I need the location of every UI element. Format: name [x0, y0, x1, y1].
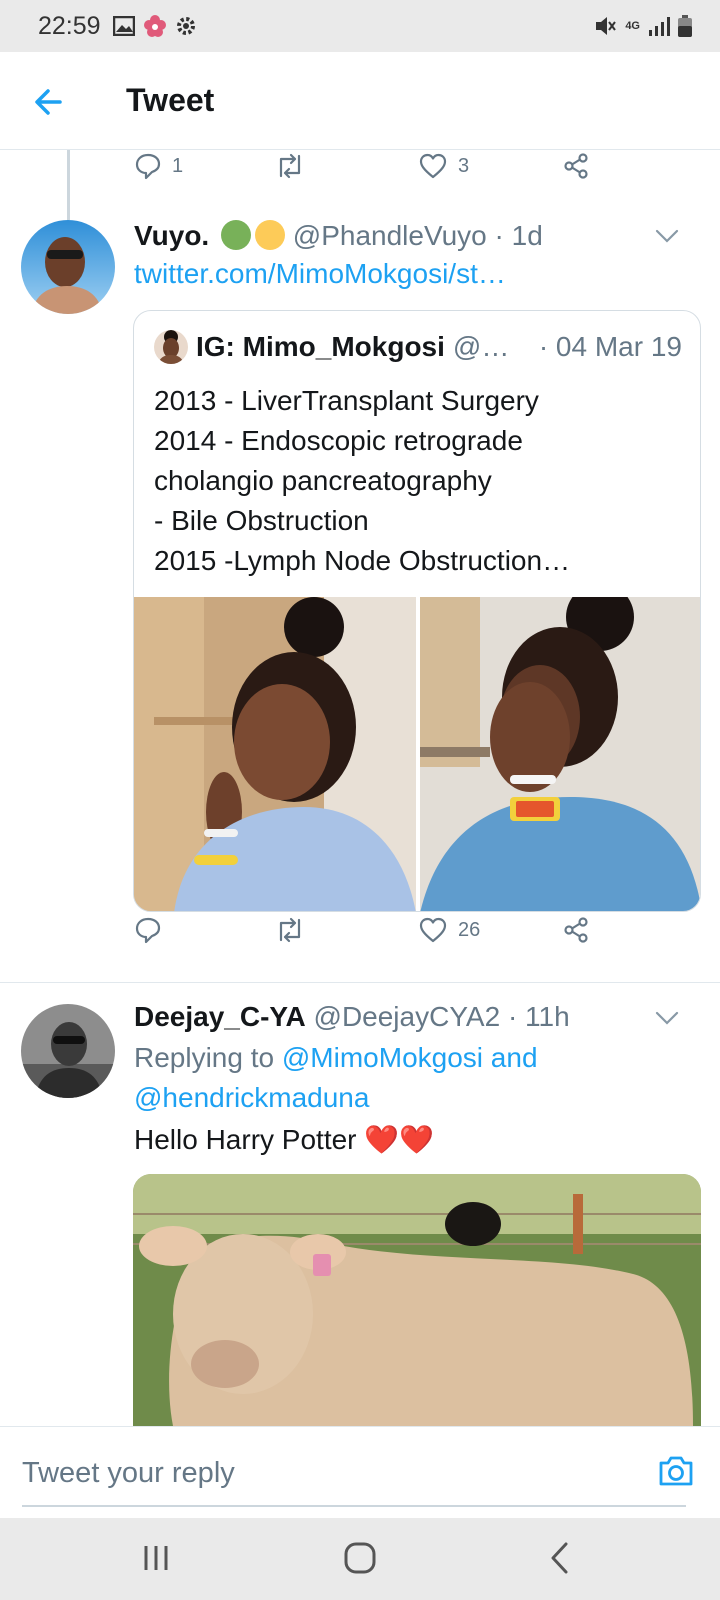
camera-icon[interactable] — [656, 1451, 696, 1491]
retweet-icon — [279, 153, 301, 179]
tweet2-photo[interactable] — [133, 1174, 701, 1426]
status-bar: 22:59 4G — [0, 0, 720, 52]
tweet2-body: Hello Harry Potter — [134, 1124, 357, 1155]
avatar-vuyo-photo — [21, 220, 115, 314]
back-icon[interactable] — [540, 1538, 580, 1578]
quoted-line: cholangio pancreatography — [154, 465, 492, 496]
battery-icon — [678, 15, 692, 37]
mute-vibrate-icon — [596, 17, 617, 35]
reply-count: 1 — [172, 154, 184, 177]
mention-link[interactable]: @hendrickmaduna — [134, 1082, 369, 1113]
quoted-photo-left[interactable] — [134, 597, 416, 911]
home-icon[interactable] — [340, 1538, 380, 1578]
retweet-icon — [279, 917, 301, 943]
reply-icon — [135, 153, 161, 180]
status-time: 22:59 — [38, 12, 101, 40]
heart-icon — [419, 153, 447, 179]
quoted-tweet-text: 2013 - LiverTransplant Surgery 2014 - En… — [154, 381, 570, 581]
settings-gear-icon — [177, 17, 195, 35]
reply-icon — [135, 917, 161, 944]
avatar-deejay[interactable] — [21, 1004, 115, 1098]
quoted-tweet-header: IG: Mimo_Mokgosi @… · 04 Mar 19 — [154, 329, 682, 365]
yellow-circle-emoji — [254, 220, 285, 250]
share-icon — [564, 917, 588, 943]
reply-compose-bar: Tweet your reply — [0, 1426, 720, 1518]
chevron-down-icon[interactable] — [654, 228, 680, 244]
and-label: and — [490, 1042, 538, 1073]
quoted-line: 2015 -Lymph Node Obstruction… — [154, 545, 571, 576]
tweet1-author-name[interactable]: Vuyo. — [134, 220, 209, 251]
quoted-avatar — [154, 330, 188, 364]
tweet2-author-name[interactable]: Deejay_C-YA — [134, 1001, 306, 1032]
green-circle-emoji — [220, 220, 251, 250]
recent-apps-icon[interactable] — [136, 1538, 176, 1578]
avatar-deejay-photo — [21, 1004, 115, 1098]
heart-emoji: ❤️❤️ — [364, 1124, 435, 1155]
quoted-media-grid — [134, 597, 700, 911]
chevron-down-icon[interactable] — [654, 1010, 680, 1026]
network-type-label: 4G — [625, 20, 640, 32]
back-arrow-icon[interactable] — [30, 82, 70, 122]
share-action[interactable] — [562, 910, 590, 950]
quoted-date: · 04 Mar 19 — [538, 331, 682, 362]
like-action[interactable]: 3 — [418, 146, 469, 186]
tweet-divider — [0, 982, 720, 983]
heart-icon — [419, 917, 447, 943]
quoted-author-handle: @… — [452, 331, 510, 362]
page-title: Tweet — [126, 82, 215, 118]
signal-icon — [649, 17, 670, 36]
prev-tweet-action-bar: 1 3 — [134, 146, 614, 186]
mention-link[interactable]: @MimoMokgosi — [282, 1042, 483, 1073]
avatar-vuyo[interactable] — [21, 220, 115, 314]
tweet2-header: Deejay_C-YA @DeejayCYA2 · 11h — [134, 1001, 570, 1033]
tweet2-time: · 11h — [507, 1001, 570, 1032]
like-count: 26 — [458, 918, 481, 941]
tweet1-header: Vuyo. @PhandleVuyo · 1d — [134, 220, 543, 252]
quoted-line: 2014 - Endoscopic retrograde — [154, 425, 523, 456]
quoted-line: 2013 - LiverTransplant Surgery — [154, 385, 539, 416]
retweet-action[interactable] — [274, 146, 316, 186]
tweet1-handle[interactable]: @PhandleVuyo — [293, 220, 487, 251]
like-count: 3 — [458, 154, 470, 177]
tweet2-text: Hello Harry Potter ❤️❤️ — [134, 1120, 434, 1160]
replying-to-line: Replying to @MimoMokgosi and — [134, 1038, 538, 1078]
system-navigation-bar — [0, 1518, 720, 1600]
replying-to-label: Replying to — [134, 1042, 275, 1073]
share-icon — [564, 153, 588, 179]
reply-input[interactable]: Tweet your reply — [22, 1457, 235, 1490]
thread-connector-line — [67, 150, 70, 220]
like-action[interactable]: 26 — [418, 910, 480, 950]
app-bar: Tweet — [0, 52, 720, 150]
quoted-line: - Bile Obstruction — [154, 505, 369, 536]
quoted-tweet-card[interactable]: IG: Mimo_Mokgosi @… · 04 Mar 19 2013 - L… — [133, 310, 701, 912]
tweet1-action-bar: 26 — [134, 910, 614, 950]
retweet-action[interactable] — [274, 910, 316, 950]
tweet1-time: · 1d — [494, 220, 543, 251]
replying-to-line-2: @hendrickmaduna — [134, 1078, 369, 1118]
reply-action[interactable]: 1 — [134, 146, 183, 186]
tweet2-handle[interactable]: @DeejayCYA2 — [314, 1001, 501, 1032]
reply-action[interactable] — [134, 910, 172, 950]
flower-icon — [144, 15, 166, 37]
input-underline — [22, 1505, 686, 1507]
gallery-icon — [113, 16, 135, 36]
share-action[interactable] — [562, 146, 590, 186]
quoted-author-name: IG: Mimo_Mokgosi — [196, 331, 445, 362]
tweet1-link[interactable]: twitter.com/MimoMokgosi/st… — [134, 258, 506, 290]
quoted-photo-right[interactable] — [420, 597, 700, 911]
